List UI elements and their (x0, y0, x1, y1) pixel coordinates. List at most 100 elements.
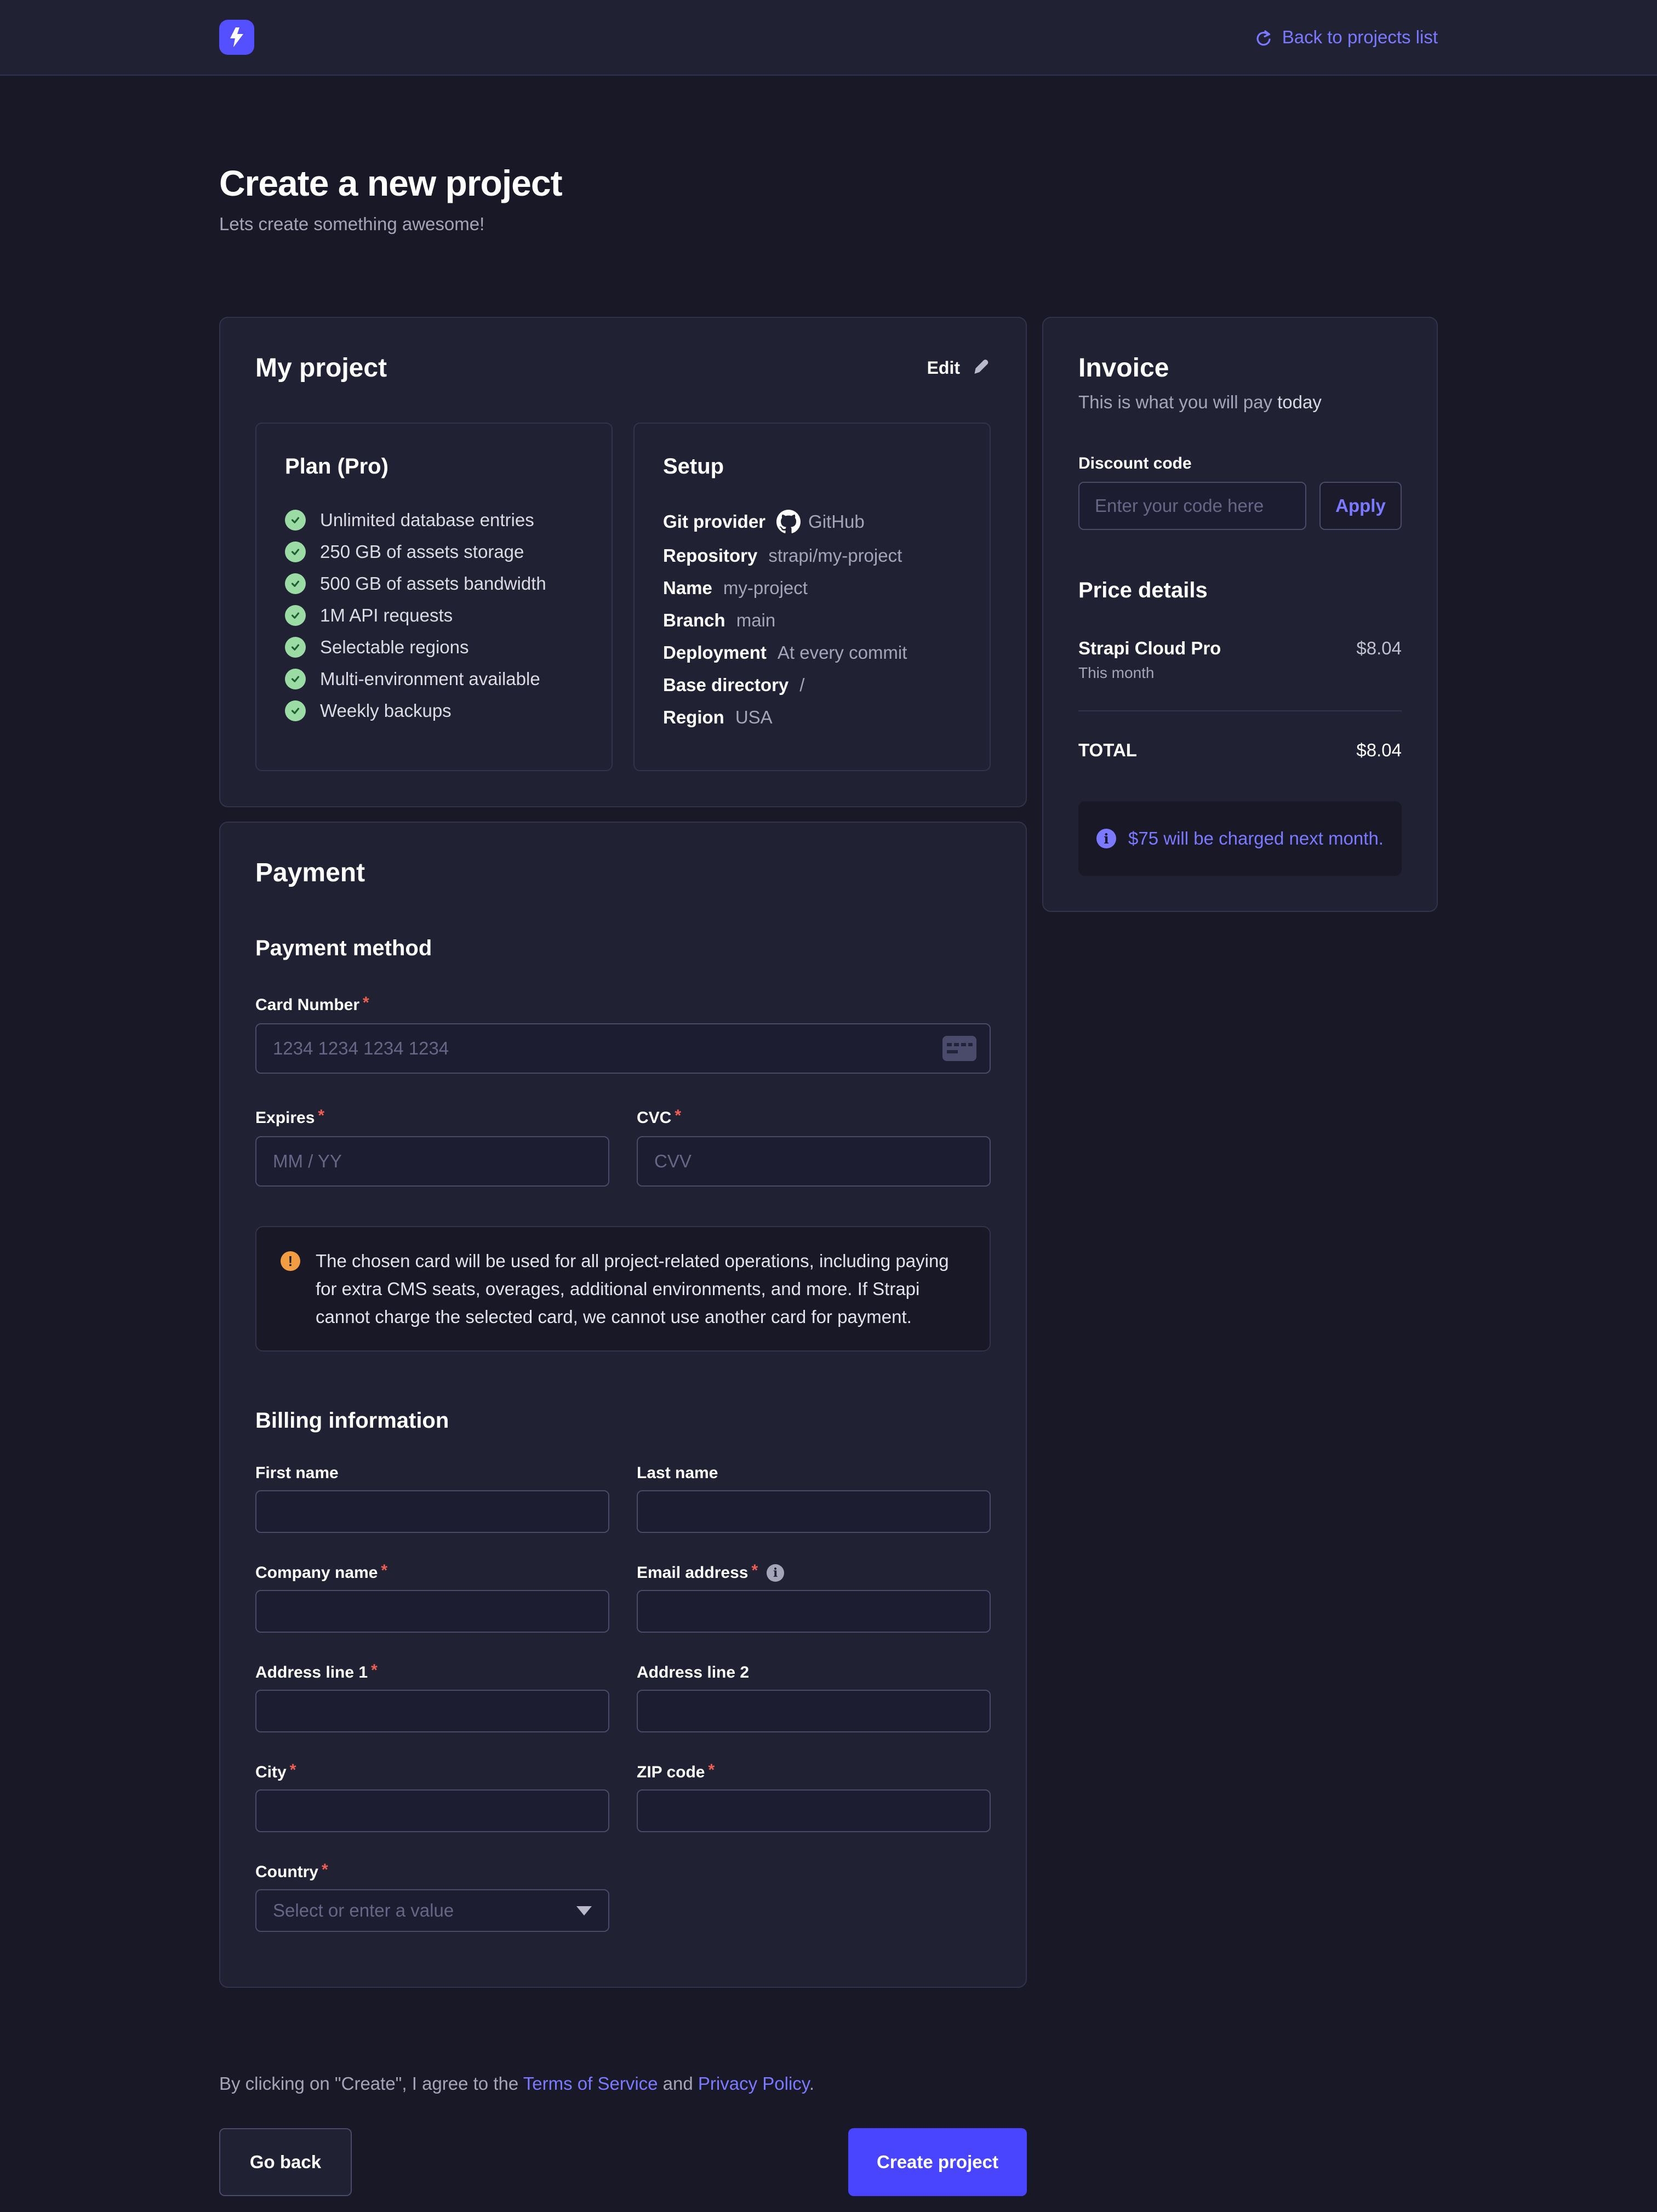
card-usage-notice: ! The chosen card will be used for all p… (255, 1226, 991, 1352)
setup-title: Setup (663, 454, 961, 479)
country-label: Country (255, 1863, 318, 1882)
next-month-note-text: $75 will be charged next month. (1128, 828, 1384, 849)
city-label: City (255, 1763, 287, 1782)
address-line2-field: Address line 2 (637, 1633, 991, 1732)
setup-row: Deployment At every commit (663, 642, 961, 663)
edit-label: Edit (927, 358, 960, 378)
card-usage-notice-text: The chosen card will be used for all pro… (316, 1247, 965, 1331)
address-line1-input[interactable] (255, 1690, 609, 1732)
card-number-label: Card Number (255, 996, 359, 1014)
invoice-subtitle: This is what you will pay today (1078, 392, 1402, 413)
last-name-input[interactable] (637, 1490, 991, 1533)
strapi-cloud-logo[interactable] (219, 20, 254, 55)
check-icon (285, 541, 306, 562)
cvc-field: CVC * (637, 1074, 991, 1187)
check-icon (285, 605, 306, 626)
city-field: City * (255, 1732, 609, 1832)
line-item-amount: $8.04 (1356, 638, 1402, 659)
expires-input[interactable] (255, 1136, 609, 1187)
required-mark: * (363, 994, 369, 1012)
back-label: Back to projects list (1282, 27, 1438, 48)
setup-summary-card: Setup Git provider GitHub Repository str… (633, 423, 991, 771)
setup-row-git-provider: Git provider GitHub (663, 510, 961, 534)
discount-code-input[interactable] (1078, 482, 1306, 530)
invoice-title: Invoice (1078, 353, 1402, 383)
address-line1-field: Address line 1 * (255, 1633, 609, 1732)
plan-summary-card: Plan (Pro) Unlimited database entries 25… (255, 423, 613, 771)
payment-title: Payment (255, 858, 991, 888)
company-name-input[interactable] (255, 1590, 609, 1633)
city-input[interactable] (255, 1789, 609, 1832)
zip-code-label: ZIP code (637, 1763, 705, 1782)
check-icon (285, 669, 306, 689)
required-mark: * (675, 1107, 681, 1125)
expires-label: Expires (255, 1109, 315, 1127)
page-title: Create a new project (219, 162, 1438, 204)
required-mark: * (290, 1761, 296, 1780)
footer: By clicking on "Create", I agree to the … (219, 2073, 1027, 2196)
plan-feature: Weekly backups (285, 700, 583, 721)
edit-button[interactable]: Edit (927, 357, 991, 380)
back-arrow-icon (1253, 27, 1272, 47)
warning-icon: ! (281, 1251, 300, 1271)
plan-feature: 1M API requests (285, 605, 583, 626)
plan-title: Plan (Pro) (285, 454, 583, 479)
github-icon (776, 510, 801, 534)
required-mark: * (381, 1561, 387, 1580)
next-month-note: i $75 will be charged next month. (1078, 801, 1402, 876)
terms-of-service-link[interactable]: Terms of Service (523, 2073, 658, 2094)
check-icon (285, 700, 306, 721)
plan-feature: 500 GB of assets bandwidth (285, 573, 583, 594)
first-name-field: First name (255, 1433, 609, 1533)
go-back-button[interactable]: Go back (219, 2128, 352, 2196)
cvc-input[interactable] (637, 1136, 991, 1187)
country-select[interactable]: Select or enter a value (255, 1889, 609, 1932)
required-mark: * (318, 1107, 324, 1125)
company-name-field: Company name * (255, 1533, 609, 1633)
billing-title: Billing information (255, 1409, 991, 1433)
email-label: Email address (637, 1564, 748, 1582)
plan-feature-list: Unlimited database entries 250 GB of ass… (285, 510, 583, 721)
total-label: TOTAL (1078, 740, 1137, 761)
zip-code-input[interactable] (637, 1789, 991, 1832)
project-card-title: My project (255, 353, 387, 383)
setup-row: Region USA (663, 707, 961, 728)
plan-feature: Multi-environment available (285, 669, 583, 689)
chevron-down-icon (576, 1906, 592, 1915)
top-navigation-bar: Back to projects list (0, 0, 1657, 76)
back-to-projects-link[interactable]: Back to projects list (1253, 27, 1438, 48)
country-placeholder: Select or enter a value (273, 1900, 454, 1921)
create-project-button[interactable]: Create project (848, 2128, 1027, 2196)
first-name-label: First name (255, 1464, 339, 1483)
required-mark: * (322, 1861, 328, 1879)
address-line1-label: Address line 1 (255, 1663, 368, 1682)
discount-code-label: Discount code (1078, 454, 1402, 473)
lightning-glyph (225, 25, 249, 49)
total-amount: $8.04 (1356, 740, 1402, 761)
setup-row: Name my-project (663, 578, 961, 598)
pencil-icon (972, 357, 991, 380)
setup-row: Repository strapi/my-project (663, 545, 961, 566)
required-mark: * (708, 1761, 715, 1780)
my-project-card: My project Edit Plan (Pro) (219, 317, 1027, 807)
plan-feature: Selectable regions (285, 637, 583, 658)
main-column: My project Edit Plan (Pro) (219, 317, 1027, 1988)
terms-agreement-text: By clicking on "Create", I agree to the … (219, 2073, 1027, 2094)
invoice-total-row: TOTAL $8.04 (1078, 740, 1402, 761)
page-header: Create a new project Lets create somethi… (219, 162, 1438, 235)
privacy-policy-link[interactable]: Privacy Policy (698, 2073, 809, 2094)
address-line2-input[interactable] (637, 1690, 991, 1732)
line-item-name: Strapi Cloud Pro (1078, 638, 1221, 659)
payment-card: Payment Payment method Card Number * (219, 822, 1027, 1988)
card-number-input[interactable] (255, 1023, 991, 1074)
setup-row: Branch main (663, 610, 961, 631)
apply-button[interactable]: Apply (1319, 482, 1402, 530)
line-item-period: This month (1078, 664, 1221, 682)
required-mark: * (751, 1561, 758, 1580)
email-field: Email address * i (637, 1533, 991, 1633)
zip-code-field: ZIP code * (637, 1732, 991, 1832)
email-input[interactable] (637, 1590, 991, 1633)
last-name-field: Last name (637, 1433, 991, 1533)
first-name-input[interactable] (255, 1490, 609, 1533)
check-icon (285, 573, 306, 594)
